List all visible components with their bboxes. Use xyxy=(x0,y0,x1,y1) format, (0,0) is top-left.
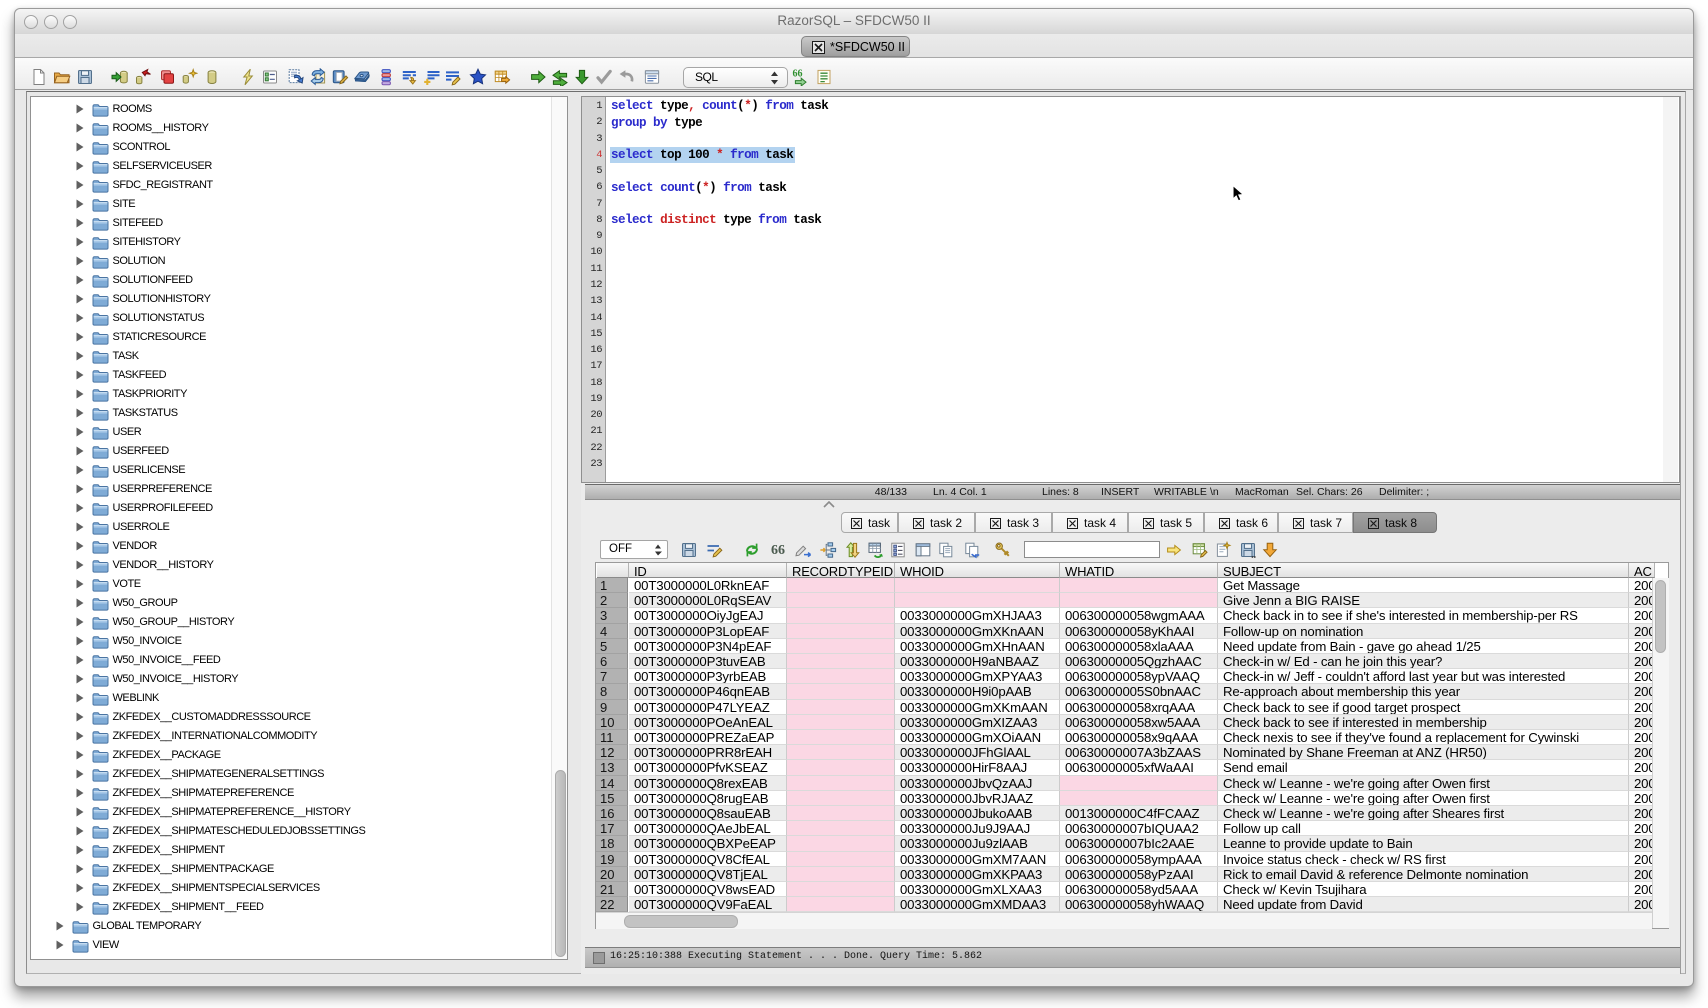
svg-text:66: 66 xyxy=(771,543,785,558)
